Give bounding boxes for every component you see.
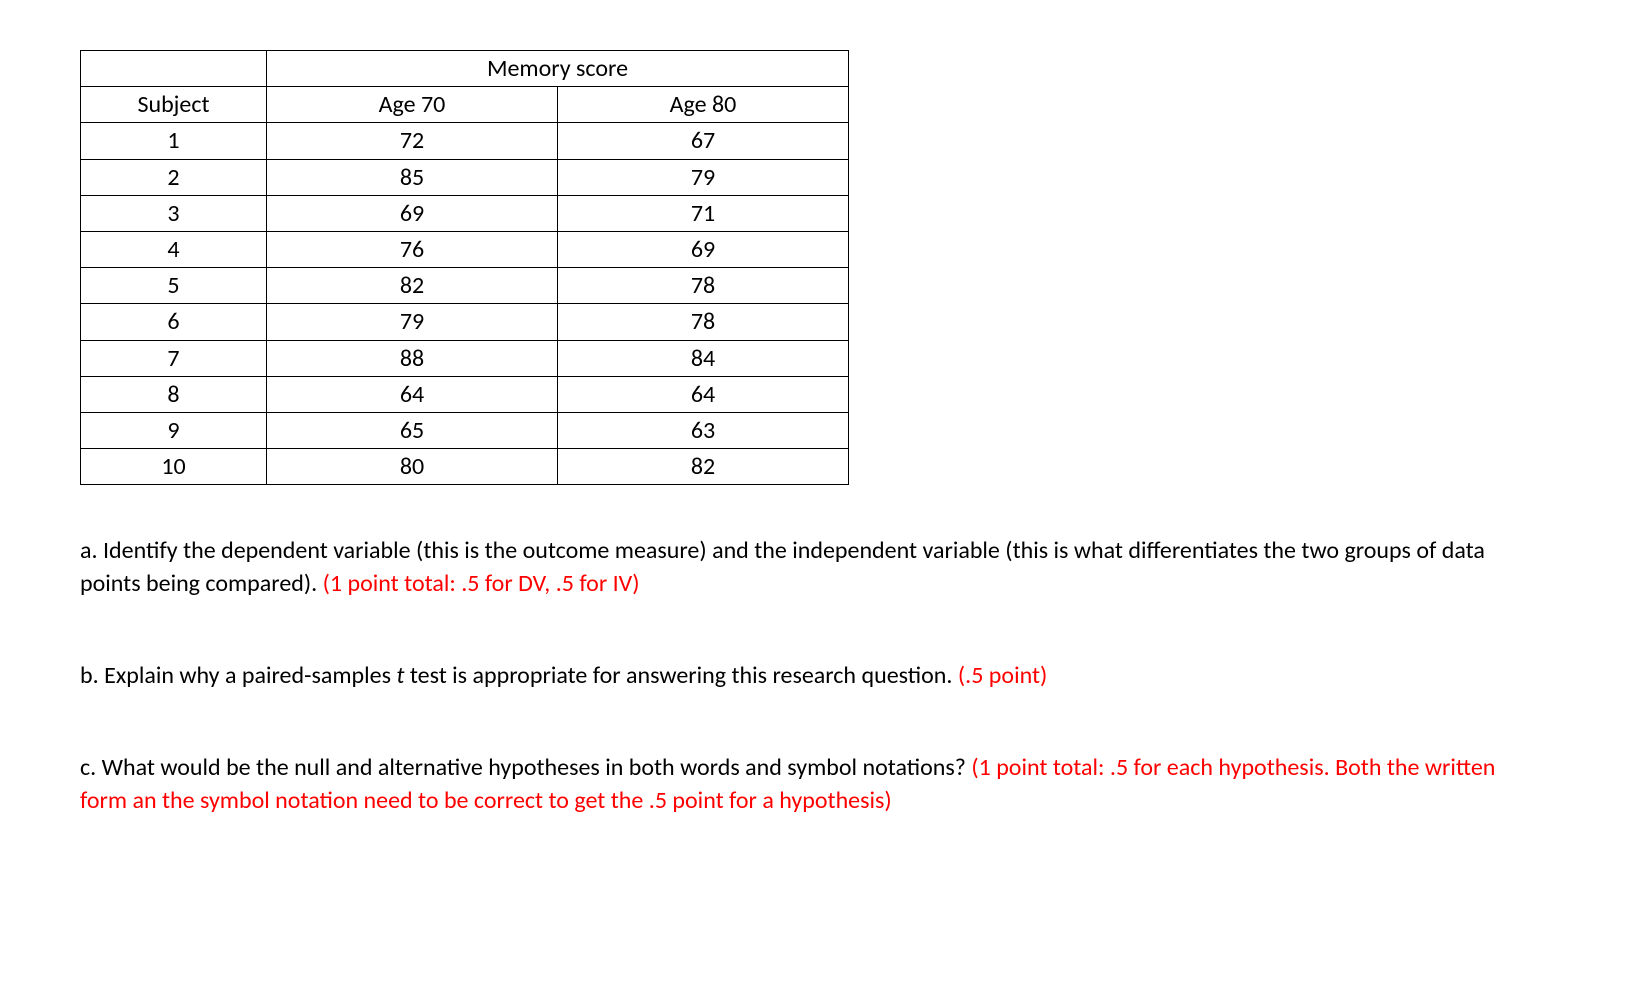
cell-age80: 78 (558, 268, 849, 304)
question-a: a. Identify the dependent variable (this… (80, 535, 1546, 600)
cell-age70: 69 (267, 195, 558, 231)
cell-subject: 7 (81, 340, 267, 376)
table-col-age80: Age 80 (558, 87, 849, 123)
cell-subject: 4 (81, 231, 267, 267)
cell-subject: 2 (81, 159, 267, 195)
table-row: 6 79 78 (81, 304, 849, 340)
question-a-points: (1 point total: .5 for DV, .5 for IV) (323, 569, 640, 598)
cell-age70: 65 (267, 412, 558, 448)
table-row: 4 76 69 (81, 231, 849, 267)
question-a-text: a. Identify the dependent variable (this… (80, 536, 1485, 597)
question-b-prefix: b. Explain why a paired-samples (80, 661, 396, 690)
cell-subject: 8 (81, 376, 267, 412)
cell-age80: 69 (558, 231, 849, 267)
cell-subject: 9 (81, 412, 267, 448)
cell-age70: 80 (267, 449, 558, 485)
cell-age80: 63 (558, 412, 849, 448)
table-col-age70: Age 70 (267, 87, 558, 123)
question-b-points: (.5 point) (958, 661, 1047, 690)
table-row: 1 72 67 (81, 123, 849, 159)
question-c-text: c. What would be the null and alternativ… (80, 753, 971, 782)
cell-age70: 76 (267, 231, 558, 267)
cell-age80: 84 (558, 340, 849, 376)
cell-age70: 79 (267, 304, 558, 340)
cell-age70: 85 (267, 159, 558, 195)
cell-age80: 67 (558, 123, 849, 159)
cell-age70: 82 (267, 268, 558, 304)
table-row: 10 80 82 (81, 449, 849, 485)
cell-subject: 3 (81, 195, 267, 231)
cell-age80: 71 (558, 195, 849, 231)
cell-age70: 72 (267, 123, 558, 159)
cell-subject: 1 (81, 123, 267, 159)
cell-subject: 10 (81, 449, 267, 485)
cell-age80: 64 (558, 376, 849, 412)
cell-age80: 82 (558, 449, 849, 485)
cell-age80: 79 (558, 159, 849, 195)
question-b-suffix: test is appropriate for answering this r… (404, 661, 957, 690)
question-c: c. What would be the null and alternativ… (80, 752, 1546, 817)
table-row: 9 65 63 (81, 412, 849, 448)
table-row: 8 64 64 (81, 376, 849, 412)
table-header-merged: Memory score (267, 51, 849, 87)
table-row: 7 88 84 (81, 340, 849, 376)
cell-subject: 6 (81, 304, 267, 340)
table-row: 5 82 78 (81, 268, 849, 304)
cell-age70: 88 (267, 340, 558, 376)
table-row: 2 85 79 (81, 159, 849, 195)
question-b: b. Explain why a paired-samples t test i… (80, 660, 1546, 692)
table-col-subject: Subject (81, 87, 267, 123)
cell-age70: 64 (267, 376, 558, 412)
cell-age80: 78 (558, 304, 849, 340)
table-row: 3 69 71 (81, 195, 849, 231)
cell-subject: 5 (81, 268, 267, 304)
memory-score-table: Memory score Subject Age 70 Age 80 1 72 … (80, 50, 849, 485)
